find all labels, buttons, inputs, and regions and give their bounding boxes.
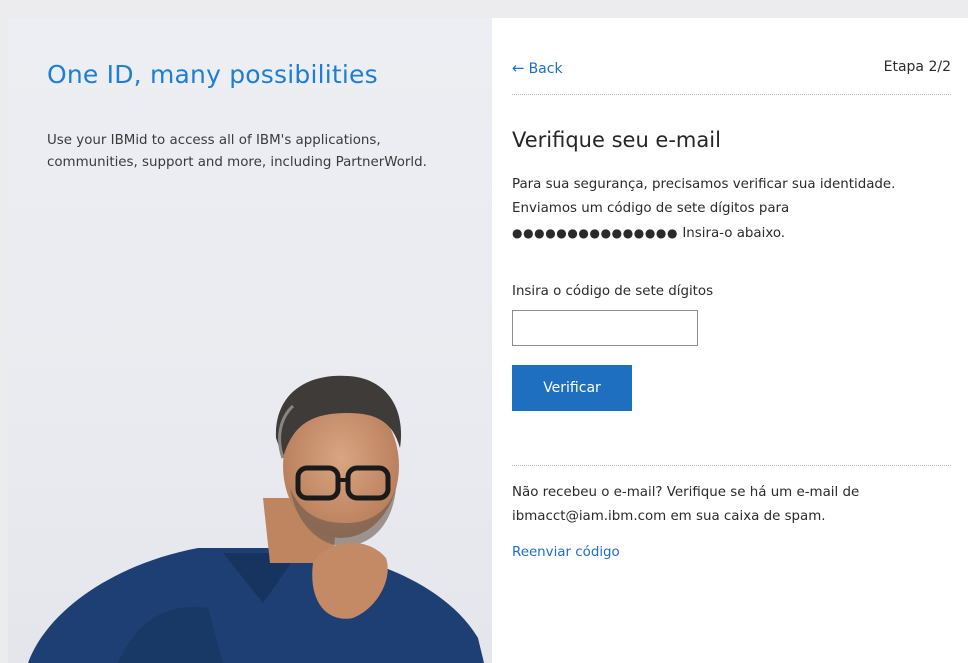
back-label: Back — [528, 61, 563, 77]
masked-email: ●●●●●●●●●●●●●●● — [512, 226, 679, 240]
verification-description: Para sua segurança, precisamos verificar… — [512, 173, 952, 246]
divider — [512, 465, 951, 466]
hero-photo — [28, 375, 484, 663]
promo-panel: One ID, many possibilities Use your IBMi… — [8, 18, 492, 663]
promo-title: One ID, many possibilities — [47, 60, 378, 89]
code-field-label: Insira o código de sete dígitos — [512, 284, 714, 299]
description-line-1: Para sua segurança, precisamos verificar… — [512, 177, 896, 192]
code-input[interactable] — [512, 310, 698, 346]
back-link[interactable]: ← Back — [512, 59, 563, 77]
page-title: Verifique seu e-mail — [512, 128, 721, 152]
verification-panel: ← Back Etapa 2/2 Verifique seu e-mail Par… — [492, 18, 968, 663]
description-line-2: Enviamos um código de sete dígitos para — [512, 201, 790, 216]
spam-note: Não recebeu o e-mail? Verifique se há um… — [512, 485, 860, 524]
description-line-3: ●●●●●●●●●●●●●●● Insira-o abaixo. — [512, 221, 952, 246]
verify-button[interactable]: Verificar — [512, 365, 632, 411]
divider — [512, 94, 951, 95]
step-indicator: Etapa 2/2 — [883, 59, 951, 75]
resend-code-link[interactable]: Reenviar código — [512, 545, 620, 560]
arrow-left-icon: ← — [512, 59, 525, 77]
promo-subtitle: Use your IBMid to access all of IBM's ap… — [47, 133, 427, 170]
description-line-3-text: Insira-o abaixo. — [682, 226, 786, 241]
